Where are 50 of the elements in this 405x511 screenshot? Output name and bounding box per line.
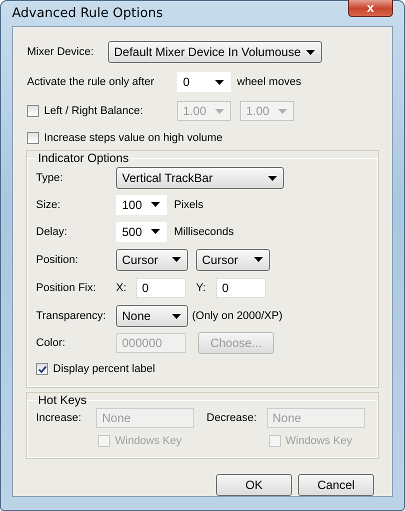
label: Position:: [36, 254, 80, 266]
wheel-moves-dropdown[interactable]: 0: [177, 72, 231, 92]
caret-icon: [268, 176, 277, 180]
label: Mixer Device:: [27, 46, 95, 58]
delay-dropdown[interactable]: 500: [116, 222, 167, 242]
position-dropdown[interactable]: Cursor: [116, 248, 188, 270]
x-field[interactable]: 0: [136, 278, 186, 298]
size-dropdown[interactable]: 100: [116, 194, 167, 214]
caret-icon: [172, 257, 181, 262]
caret-icon: [254, 257, 263, 262]
caret-icon: [306, 50, 315, 54]
caret-icon: [215, 108, 224, 114]
caret-icon: [151, 229, 160, 234]
label: Increase steps value on high volume: [44, 132, 223, 144]
label: Activate the rule only after: [27, 76, 156, 88]
label: Decrease:: [206, 412, 258, 424]
y-field[interactable]: 0: [216, 278, 266, 298]
label: wheel moves: [237, 76, 302, 88]
caret-icon: [172, 314, 181, 318]
label: (Only on 2000/XP): [192, 310, 282, 322]
window-title: Advanced Rule Options: [12, 6, 163, 21]
label: Size:: [36, 198, 62, 210]
label: Color:: [36, 337, 66, 349]
group-title: Hot Keys: [37, 393, 88, 407]
label: Left / Right Balance:: [44, 105, 144, 117]
checkbox[interactable]: [27, 132, 39, 144]
checkbox[interactable]: [36, 363, 48, 375]
label: Windows Key: [286, 435, 352, 447]
close-button[interactable]: x: [348, 0, 393, 17]
mixer-device-dropdown[interactable]: Default Mixer Device In Volumouse: [108, 41, 322, 63]
position-dropdown[interactable]: Cursor: [196, 248, 270, 270]
label: Transparency:: [36, 310, 107, 322]
label: Increase:: [36, 412, 82, 424]
caret-icon: [151, 202, 160, 207]
label: X:: [116, 282, 128, 294]
label: Y:: [196, 282, 207, 294]
caret-icon: [215, 80, 224, 84]
label: Delay:: [36, 226, 68, 238]
label: Type:: [36, 172, 64, 184]
caret-icon: [278, 108, 287, 114]
label: Windows Key: [115, 435, 182, 447]
label: Milliseconds: [174, 226, 234, 238]
group-title: Indicator Options: [37, 151, 130, 165]
label: Display percent label: [53, 363, 156, 375]
label: Position Fix:: [36, 282, 97, 294]
ok-button[interactable]: OK: [216, 474, 292, 496]
label: Pixels: [174, 198, 204, 210]
type-dropdown[interactable]: Vertical TrackBar: [116, 167, 284, 189]
transparency-dropdown[interactable]: None: [116, 305, 188, 327]
cancel-button[interactable]: Cancel: [298, 474, 374, 496]
